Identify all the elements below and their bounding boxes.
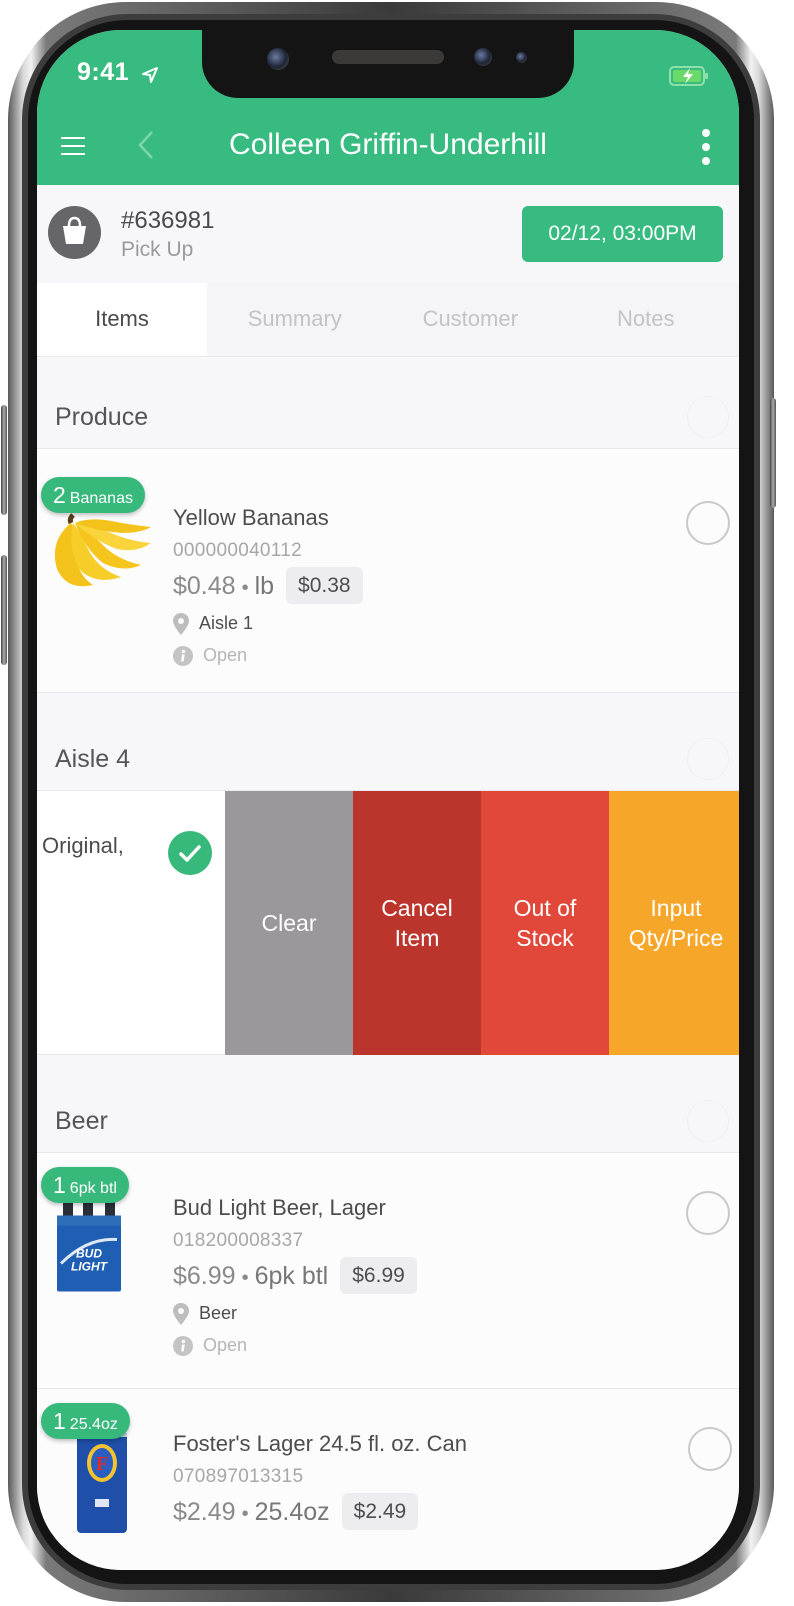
price-chip: $2.49 bbox=[341, 1493, 419, 1530]
section-title: Produce bbox=[55, 403, 149, 431]
svg-text:LIGHT: LIGHT bbox=[71, 1260, 109, 1274]
order-type-avatar bbox=[48, 206, 101, 259]
item-status: Open bbox=[173, 645, 247, 667]
list-item[interactable]: 1 25.4oz F Foster's Lager 24.5 fl. oz. Ca… bbox=[37, 1389, 739, 1570]
item-name: Foster's Lager 24.5 fl. oz. Can bbox=[173, 1431, 468, 1456]
section-select-circle[interactable] bbox=[687, 396, 729, 438]
tab-notes[interactable]: Notes bbox=[558, 283, 734, 356]
item-name-partial: Original, bbox=[42, 833, 124, 858]
item-price-row: $0.48 • lb $0.38 bbox=[173, 567, 363, 606]
info-icon bbox=[173, 646, 193, 667]
tab-summary[interactable]: Summary bbox=[207, 283, 383, 356]
section-select-circle[interactable] bbox=[687, 1100, 729, 1142]
info-icon bbox=[173, 1336, 193, 1357]
item-location: Beer bbox=[173, 1303, 237, 1326]
item-select-circle[interactable] bbox=[686, 501, 730, 545]
map-pin-icon bbox=[173, 613, 189, 636]
section-header-produce: Produce bbox=[37, 358, 739, 449]
battery-charging-icon bbox=[669, 66, 708, 86]
item-name: Yellow Bananas bbox=[173, 505, 329, 530]
item-unit: lb bbox=[254, 572, 275, 601]
item-select-circle[interactable] bbox=[688, 1427, 732, 1471]
item-unit: 6pk btl bbox=[254, 1262, 329, 1291]
section-title: Beer bbox=[55, 1107, 108, 1135]
mute-switch bbox=[1, 405, 7, 515]
list-item[interactable]: 1 6pk btl BUD LIGHT Bud Light Beer, Lager… bbox=[37, 1153, 739, 1389]
svg-text:BUD: BUD bbox=[76, 1247, 102, 1261]
tab-items[interactable]: Items bbox=[37, 283, 207, 356]
bananas-image bbox=[54, 513, 151, 587]
item-name: Bud Light Beer, Lager bbox=[173, 1195, 386, 1220]
swiped-list-item[interactable]: Original, Clear Cancel Item Out of Stock… bbox=[37, 791, 739, 1055]
svg-text:F: F bbox=[96, 1453, 108, 1475]
item-price: $2.49 bbox=[173, 1498, 236, 1527]
item-select-circle[interactable] bbox=[686, 1191, 730, 1235]
price-chip: $6.99 bbox=[340, 1257, 417, 1294]
item-price-row: $2.49 • 25.4oz $2.49 bbox=[173, 1493, 419, 1532]
section-select-circle[interactable] bbox=[687, 738, 729, 780]
item-code: 000000040112 bbox=[173, 540, 302, 561]
item-location: Aisle 1 bbox=[173, 613, 253, 636]
list-item[interactable]: 2 Bananas Yellow Bananas 000000040112 $0.… bbox=[37, 449, 739, 693]
bud-light-6pack-image: BUD LIGHT bbox=[57, 1193, 121, 1292]
power-button bbox=[770, 398, 776, 508]
order-number: #636981 bbox=[121, 207, 215, 234]
item-status: Open bbox=[173, 1335, 247, 1357]
cancel-item-button[interactable]: Cancel Item bbox=[353, 791, 481, 1055]
section-header-beer: Beer bbox=[37, 1055, 739, 1153]
clear-button[interactable]: Clear bbox=[225, 791, 353, 1055]
section-header-aisle-4: Aisle 4 bbox=[37, 693, 739, 791]
quantity-badge: 1 25.4oz bbox=[41, 1403, 130, 1439]
item-price: $6.99 bbox=[173, 1262, 236, 1291]
pickup-datetime-button[interactable]: 02/12, 03:00PM bbox=[522, 206, 723, 262]
device-notch bbox=[202, 30, 574, 98]
volume-button bbox=[1, 555, 7, 665]
shopping-bag-icon bbox=[63, 216, 86, 244]
fosters-can-image: F bbox=[77, 1433, 127, 1533]
order-type: Pick Up bbox=[121, 238, 194, 261]
section-title: Aisle 4 bbox=[55, 745, 131, 773]
map-pin-icon bbox=[173, 1303, 189, 1326]
price-chip: $0.38 bbox=[286, 567, 363, 604]
tab-customer[interactable]: Customer bbox=[383, 283, 559, 356]
item-price-row: $6.99 • 6pk btl $6.99 bbox=[173, 1257, 417, 1296]
item-checked-circle[interactable] bbox=[168, 831, 212, 875]
item-code: 018200008337 bbox=[173, 1230, 304, 1251]
input-qty-price-button[interactable]: Input Qty/Price bbox=[609, 791, 739, 1055]
phone-screen: 9:41 Colleen Griffin-Underhill #636981 P… bbox=[37, 30, 739, 1570]
out-of-stock-button[interactable]: Out of Stock bbox=[481, 791, 609, 1055]
order-info-bar: #636981 Pick Up 02/12, 03:00PM bbox=[37, 185, 739, 283]
status-time: 9:41 bbox=[77, 58, 130, 86]
quantity-badge: 2 Bananas bbox=[41, 477, 145, 513]
checkmark-icon bbox=[179, 845, 201, 862]
page-title: Colleen Griffin-Underhill bbox=[229, 128, 547, 161]
tab-bar: Items Summary Customer Notes bbox=[37, 283, 739, 357]
more-vertical-icon[interactable] bbox=[699, 128, 713, 166]
item-code: 070897013315 bbox=[173, 1466, 304, 1487]
quantity-badge: 1 6pk btl bbox=[41, 1167, 129, 1203]
item-unit: 25.4oz bbox=[254, 1498, 330, 1527]
item-price: $0.48 bbox=[173, 572, 236, 601]
location-arrow-icon bbox=[142, 67, 158, 83]
